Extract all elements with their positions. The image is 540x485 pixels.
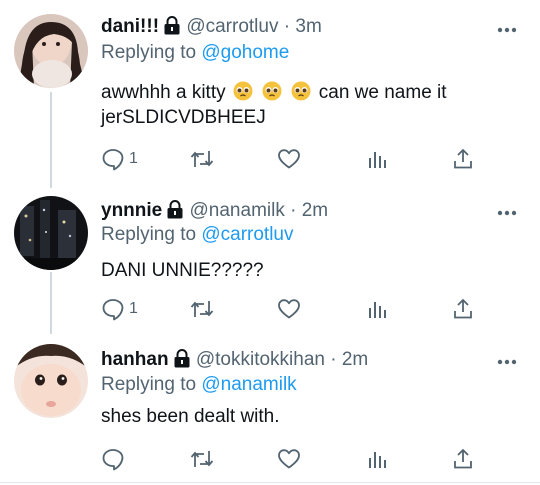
replying-prefix: Replying to — [101, 42, 197, 63]
heart-icon — [277, 297, 301, 321]
lock-icon — [163, 16, 181, 41]
tweet[interactable]: dani!!! @carrotluv · 3m Replying to @goh… — [0, 0, 540, 188]
bar-chart-icon — [365, 447, 389, 471]
replying-to: Replying to @nanamilk — [101, 374, 297, 396]
display-name[interactable]: ynnnie — [101, 200, 162, 221]
bottom-divider — [0, 482, 540, 483]
pleading-face-icon — [262, 81, 282, 101]
tweet-header: ynnnie @nanamilk · 2m — [101, 200, 328, 225]
tweet-header: hanhan @tokkitokkihan · 2m — [101, 349, 368, 374]
lock-icon — [173, 349, 191, 374]
retweet-button[interactable] — [189, 296, 215, 322]
reply-button[interactable]: 1 — [101, 296, 138, 322]
user-handle[interactable]: @tokkitokkihan — [196, 349, 325, 370]
share-icon — [451, 447, 475, 471]
heart-icon — [277, 447, 301, 471]
analytics-button[interactable] — [365, 446, 389, 472]
like-button[interactable] — [277, 446, 301, 472]
avatar[interactable] — [14, 14, 88, 88]
tweet-text: shes been dealt with. — [101, 406, 280, 427]
reply-button[interactable]: 1 — [101, 146, 138, 172]
lock-icon — [166, 200, 184, 225]
tweet-header: dani!!! @carrotluv · 3m — [101, 16, 322, 41]
replying-prefix: Replying to — [101, 374, 197, 395]
reply-count: 1 — [129, 150, 138, 167]
retweet-icon — [189, 447, 215, 471]
action-bar: 1 — [101, 296, 481, 322]
bar-chart-icon — [365, 297, 389, 321]
more-options-icon[interactable] — [496, 354, 518, 365]
mention-link[interactable]: @gohome — [201, 42, 289, 63]
like-button[interactable] — [277, 146, 301, 172]
bar-chart-icon — [365, 147, 389, 171]
retweet-icon — [189, 147, 215, 171]
timestamp[interactable]: 2m — [302, 200, 328, 221]
share-button[interactable] — [451, 146, 475, 172]
tweet-text: awwhhh a kitty can we name it jerSLDICVD… — [101, 80, 521, 130]
tweet[interactable]: hanhan @tokkitokkihan · 2m Replying to @… — [0, 334, 540, 485]
mention-link[interactable]: @carrotluv — [201, 224, 293, 245]
share-button[interactable] — [451, 296, 475, 322]
reply-icon — [101, 297, 125, 321]
retweet-button[interactable] — [189, 146, 215, 172]
reply-icon — [101, 147, 125, 171]
heart-icon — [277, 147, 301, 171]
separator: · — [290, 200, 297, 221]
avatar[interactable] — [14, 196, 88, 270]
reply-icon — [101, 447, 125, 471]
reply-button[interactable] — [101, 446, 129, 472]
separator: · — [283, 16, 291, 37]
user-handle[interactable]: @carrotluv — [186, 16, 278, 37]
analytics-button[interactable] — [365, 296, 389, 322]
pleading-face-icon — [233, 81, 253, 101]
replying-prefix: Replying to — [101, 224, 197, 245]
timestamp[interactable]: 2m — [342, 349, 368, 370]
share-icon — [451, 147, 475, 171]
retweet-button[interactable] — [189, 446, 215, 472]
reply-count: 1 — [129, 300, 138, 317]
display-name[interactable]: hanhan — [101, 349, 169, 370]
share-button[interactable] — [451, 446, 475, 472]
share-icon — [451, 297, 475, 321]
timestamp[interactable]: 3m — [295, 16, 321, 37]
retweet-icon — [189, 297, 215, 321]
tweet-text: DANI UNNIE????? — [101, 260, 264, 281]
tweet[interactable]: ynnnie @nanamilk · 2m Replying to @carro… — [0, 188, 540, 334]
tweet-text-part: awwhhh a kitty — [101, 82, 226, 103]
mention-link[interactable]: @nanamilk — [201, 374, 296, 395]
replying-to: Replying to @carrotluv — [101, 224, 294, 246]
action-bar — [101, 446, 481, 472]
analytics-button[interactable] — [365, 146, 389, 172]
replying-to: Replying to @gohome — [101, 42, 289, 64]
more-options-icon[interactable] — [496, 205, 518, 216]
avatar[interactable] — [14, 344, 88, 418]
like-button[interactable] — [277, 296, 301, 322]
separator: · — [330, 349, 337, 370]
pleading-face-icon — [291, 81, 311, 101]
more-options-icon[interactable] — [496, 22, 518, 33]
display-name[interactable]: dani!!! — [101, 16, 159, 37]
action-bar: 1 — [101, 146, 481, 172]
user-handle[interactable]: @nanamilk — [190, 200, 285, 221]
